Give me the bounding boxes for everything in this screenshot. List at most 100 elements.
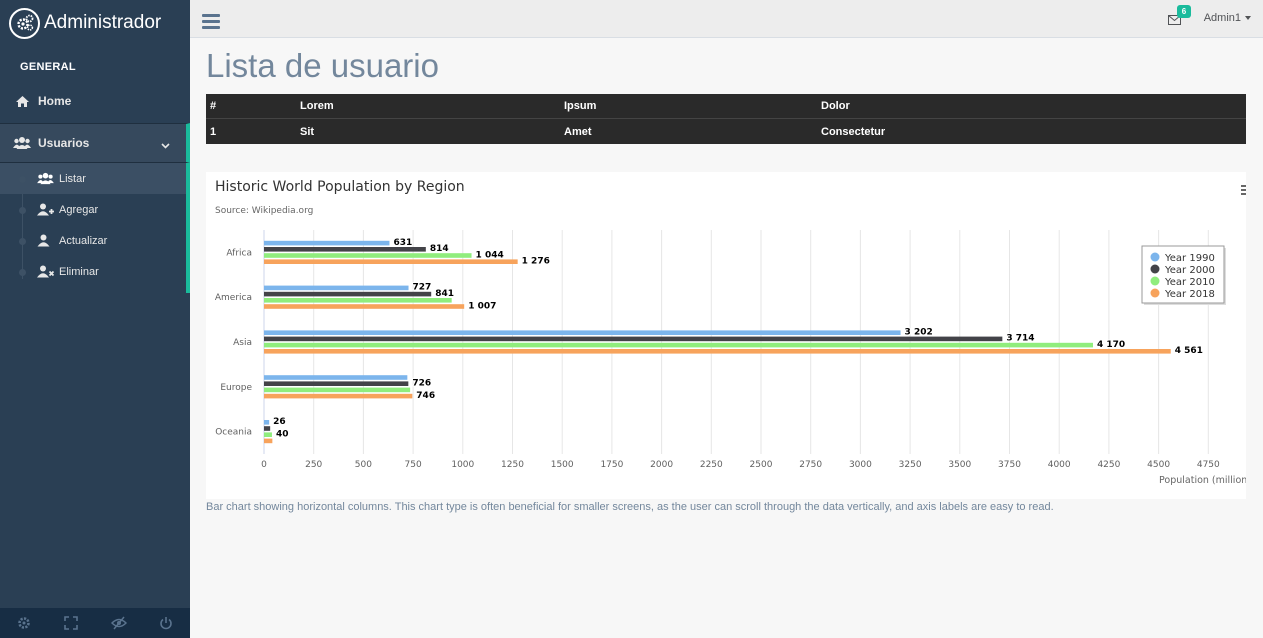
caret-down-icon bbox=[1245, 16, 1251, 21]
bar bbox=[264, 393, 413, 399]
sidebar-item-home[interactable]: Home bbox=[0, 81, 190, 121]
bar-chart: 0 250 500 750 1000 1250 1500 1750 2000 2250 2500 27… bbox=[215, 230, 1246, 486]
sidebar-item-label: Usuarios bbox=[38, 136, 90, 150]
user-name: Admin1 bbox=[1203, 12, 1241, 24]
data-label: 1 044 bbox=[476, 250, 504, 260]
chart-panel: Historic World Population by Region Sour… bbox=[206, 172, 1246, 499]
data-label: 746 bbox=[416, 391, 435, 401]
x-tick-label: 250 bbox=[305, 460, 322, 470]
table-header-cell: Ipsum bbox=[564, 100, 597, 112]
x-tick-label: 1500 bbox=[551, 460, 574, 470]
data-label: 727 bbox=[413, 283, 432, 293]
sidebar-item-usuarios[interactable]: Usuarios bbox=[0, 123, 190, 163]
table-cell: Sit bbox=[300, 125, 315, 138]
sidebar-subitem-agregar[interactable]: Agregar bbox=[0, 194, 186, 225]
x-tick-label: 3500 bbox=[948, 460, 971, 470]
user-icon bbox=[37, 234, 57, 248]
users-table: # Lorem Ipsum Dolor 1 Sit Amet Consectet… bbox=[206, 94, 1246, 144]
x-tick-label: 1750 bbox=[600, 460, 623, 470]
user-times-icon bbox=[37, 265, 57, 279]
legend-marker bbox=[1150, 288, 1160, 298]
section-title: GENERAL bbox=[20, 61, 76, 73]
data-label: 726 bbox=[412, 379, 431, 389]
data-label: 40 bbox=[276, 430, 289, 440]
power-icon[interactable] bbox=[143, 608, 191, 638]
legend-marker bbox=[1150, 252, 1160, 262]
sidebar-subitem-eliminar[interactable]: Eliminar bbox=[0, 256, 186, 287]
table-cell: Consectetur bbox=[821, 125, 886, 138]
sidebar-item-label: Home bbox=[38, 94, 72, 108]
menu-toggle-icon[interactable] bbox=[202, 14, 220, 32]
brand-title: Administrador bbox=[44, 12, 162, 33]
bar bbox=[264, 336, 1003, 342]
sidebar-submenu: Listar Agregar Actualizar Eliminar bbox=[0, 163, 190, 293]
bar bbox=[264, 432, 272, 437]
data-label: 814 bbox=[430, 244, 449, 254]
table-cell: 1 bbox=[210, 125, 217, 138]
sidebar-footer bbox=[0, 608, 190, 638]
bar bbox=[264, 381, 409, 386]
home-icon bbox=[13, 94, 31, 108]
legend-label: Year 2018 bbox=[1164, 289, 1215, 300]
bar bbox=[264, 387, 411, 393]
x-tick-label: 3000 bbox=[849, 460, 872, 470]
users-icon bbox=[37, 172, 57, 186]
user-menu[interactable]: Admin1 bbox=[1204, 12, 1251, 24]
cogs-icon bbox=[9, 7, 40, 39]
bar bbox=[264, 438, 273, 444]
x-tick-label: 1250 bbox=[501, 460, 524, 470]
bar bbox=[264, 349, 1171, 354]
x-tick-label: 1000 bbox=[451, 460, 474, 470]
table-header-cell: Dolor bbox=[821, 100, 850, 112]
bar bbox=[264, 342, 1093, 348]
sidebar-subitem-label: Listar bbox=[59, 172, 86, 185]
data-label: 4 561 bbox=[1175, 346, 1203, 356]
bar bbox=[264, 253, 472, 258]
table-header-cell: Lorem bbox=[300, 100, 334, 112]
data-label: 4 170 bbox=[1097, 340, 1125, 350]
category-label: Oceania bbox=[215, 428, 252, 438]
users-icon bbox=[13, 136, 31, 150]
x-tick-label: 2750 bbox=[799, 460, 822, 470]
x-tick-label: 4250 bbox=[1097, 460, 1120, 470]
data-label: 841 bbox=[435, 289, 454, 299]
sidebar-subitem-listar[interactable]: Listar bbox=[0, 163, 186, 194]
x-tick-label: 2000 bbox=[650, 460, 673, 470]
x-tick-label: 2500 bbox=[750, 460, 773, 470]
bar bbox=[264, 298, 452, 303]
category-label: Africa bbox=[226, 248, 252, 258]
chart-caption: Bar chart showing horizontal columns. Th… bbox=[206, 501, 1054, 513]
eye-slash-icon[interactable] bbox=[95, 608, 143, 638]
user-plus-icon bbox=[37, 203, 57, 217]
x-tick-label: 4750 bbox=[1197, 460, 1220, 470]
main-content: Lista de usuario # Lorem Ipsum Dolor 1 S… bbox=[190, 39, 1263, 631]
topbar: 6 Admin1 bbox=[190, 0, 1263, 38]
legend-label: Year 2000 bbox=[1164, 265, 1215, 276]
settings-icon[interactable] bbox=[0, 608, 48, 638]
x-tick-label: 750 bbox=[405, 460, 422, 470]
x-axis-title: Population (million bbox=[1159, 475, 1246, 486]
sidebar-subitem-label: Actualizar bbox=[59, 234, 108, 247]
fullscreen-icon[interactable] bbox=[48, 608, 96, 638]
data-label: 1 007 bbox=[468, 301, 496, 311]
category-label: Asia bbox=[233, 338, 252, 348]
bar bbox=[264, 259, 518, 264]
legend-marker bbox=[1150, 264, 1160, 274]
x-tick-label: 0 bbox=[261, 460, 267, 470]
x-tick-label: 4500 bbox=[1147, 460, 1170, 470]
bar bbox=[264, 330, 901, 335]
bar bbox=[264, 375, 408, 380]
x-tick-label: 4000 bbox=[1048, 460, 1071, 470]
data-label: 1 276 bbox=[522, 257, 550, 267]
table-header-cell: # bbox=[210, 100, 217, 112]
data-label: 631 bbox=[393, 238, 412, 248]
bar bbox=[264, 426, 271, 431]
sidebar-subitem-label: Agregar bbox=[59, 203, 99, 216]
table-row[interactable]: 1 Sit Amet Consectetur bbox=[206, 119, 1246, 144]
bar bbox=[264, 285, 409, 291]
brand[interactable]: Administrador bbox=[0, 0, 190, 46]
sidebar-subitem-label: Eliminar bbox=[59, 265, 99, 278]
data-label: 3 202 bbox=[905, 328, 933, 338]
sidebar-subitem-actualizar[interactable]: Actualizar bbox=[0, 225, 186, 256]
x-tick-label: 2250 bbox=[700, 460, 723, 470]
